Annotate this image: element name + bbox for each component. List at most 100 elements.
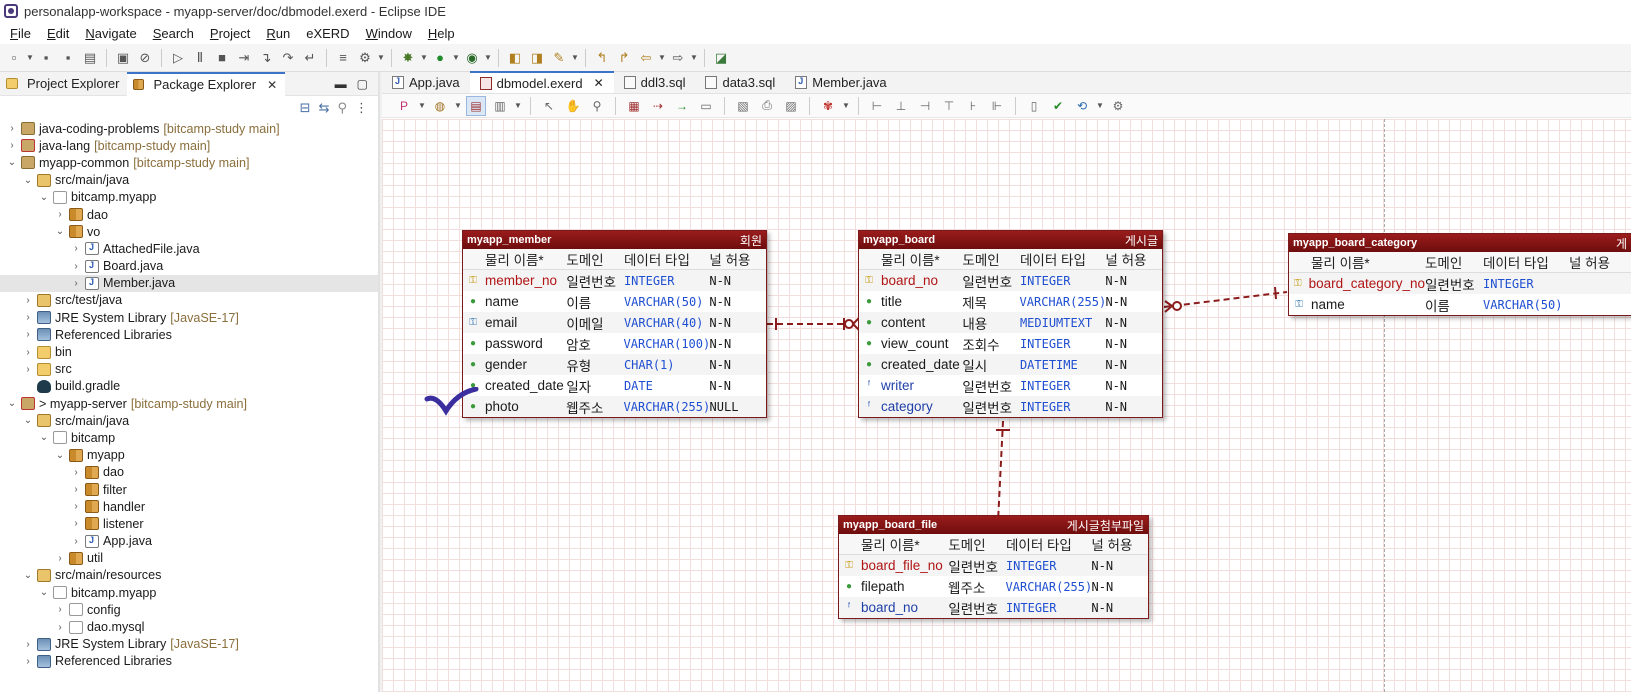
chevron-down-icon[interactable]: ▼ [454, 101, 462, 110]
menu-item[interactable]: Project [202, 26, 258, 41]
perspective-icon[interactable]: ◪ [711, 48, 731, 68]
entity-column-row[interactable]: ⚿ board_file_no 일련번호 INTEGER N-N [839, 555, 1148, 576]
chevron-right-icon[interactable]: › [6, 140, 18, 151]
terminate-icon[interactable]: ■ [212, 48, 232, 68]
tree-item[interactable]: › bin [0, 343, 378, 360]
tree-item[interactable]: ⌄ src/main/java [0, 172, 378, 189]
chevron-down-icon[interactable]: ⌄ [38, 192, 50, 203]
chevron-down-icon[interactable]: ▼ [26, 53, 34, 62]
next-annotation-icon[interactable]: ↱ [614, 48, 634, 68]
tree-item[interactable]: ⌄ myapp-common [bitcamp-study main] [0, 154, 378, 171]
chevron-down-icon[interactable]: ▼ [1096, 101, 1104, 110]
chevron-right-icon[interactable]: › [54, 604, 66, 615]
tree-item[interactable]: › util [0, 550, 378, 567]
erd-canvas[interactable]: myapp_member 회원 물리 이름* 도메인 데이터 타입 널 허용 ⚿ member… [382, 119, 1631, 692]
zoom-tool-icon[interactable]: ⚲ [587, 96, 607, 116]
menu-item[interactable]: Window [358, 26, 420, 41]
chevron-down-icon[interactable]: ⌄ [54, 226, 66, 237]
editor-tab[interactable]: ddl3.sql [614, 71, 696, 93]
chevron-right-icon[interactable]: › [70, 536, 82, 547]
resume-icon[interactable]: ▷ [168, 48, 188, 68]
entity-column-row[interactable]: ⚿ board_category_no 일련번호 INTEGER [1289, 273, 1631, 294]
entity-column-row[interactable]: ᶠ category 일련번호 INTEGER N-N [859, 396, 1162, 417]
menu-item[interactable]: Search [145, 26, 202, 41]
tree-item[interactable]: › dao.mysql [0, 618, 378, 635]
chevron-down-icon[interactable]: ⌄ [22, 175, 34, 186]
forward-icon[interactable]: ⇨ [668, 48, 688, 68]
chevron-right-icon[interactable]: › [54, 553, 66, 564]
editor-tab[interactable]: data3.sql [695, 71, 785, 93]
menu-item[interactable]: Edit [39, 26, 77, 41]
chevron-right-icon[interactable]: › [54, 209, 66, 220]
chevron-down-icon[interactable]: ▼ [571, 53, 579, 62]
tree-item[interactable]: ⌄ bitcamp.myapp [0, 584, 378, 601]
align-right-icon[interactable]: ⊣ [915, 96, 935, 116]
minimize-icon[interactable]: ▬ [335, 77, 347, 91]
document-icon[interactable]: ▯ [1024, 96, 1044, 116]
entity-myapp-board-category[interactable]: myapp_board_category 게 물리 이름* 도메인 데이터 타입 널 허용… [1288, 233, 1631, 316]
entity-column-row[interactable]: ● view_count 조회수 INTEGER N-N [859, 333, 1162, 354]
chevron-down-icon[interactable]: ▼ [690, 53, 698, 62]
maximize-icon[interactable]: ▢ [357, 77, 368, 91]
entity-column-row[interactable]: ● filepath 웹주소 VARCHAR(255) N-N [839, 576, 1148, 597]
chevron-down-icon[interactable]: ⌄ [38, 432, 50, 443]
chevron-right-icon[interactable]: › [22, 312, 34, 323]
chevron-right-icon[interactable]: › [22, 329, 34, 340]
chevron-right-icon[interactable]: › [70, 484, 82, 495]
tree-item[interactable]: ⌄ bitcamp.myapp [0, 189, 378, 206]
align-bottom-icon[interactable]: ⊩ [987, 96, 1007, 116]
save-icon[interactable]: ▪ [36, 48, 56, 68]
chevron-down-icon[interactable]: ▼ [418, 101, 426, 110]
chevron-right-icon[interactable]: › [70, 261, 82, 272]
entity-column-row[interactable]: ● photo 웹주소 VARCHAR(255) NULL [463, 396, 766, 417]
tree-item[interactable]: › listener [0, 515, 378, 532]
chevron-right-icon[interactable]: › [70, 278, 82, 289]
chevron-down-icon[interactable]: ▼ [484, 53, 492, 62]
suspend-icon[interactable]: Ⅱ [190, 48, 210, 68]
chevron-right-icon[interactable]: › [22, 639, 34, 650]
collapse-all-icon[interactable]: ⊟ [300, 100, 311, 116]
menu-item[interactable]: File [2, 26, 39, 41]
table-tool-icon[interactable]: ▦ [624, 96, 644, 116]
chevron-right-icon[interactable]: › [70, 501, 82, 512]
new-icon[interactable]: ▫ [4, 48, 24, 68]
entity-myapp-board[interactable]: myapp_board 게시글 물리 이름* 도메인 데이터 타입 널 허용 ⚿ board_… [858, 230, 1163, 418]
entity-column-row[interactable]: ● gender 유형 CHAR(1) N-N [463, 354, 766, 375]
tree-item[interactable]: › Member.java [0, 274, 378, 292]
entity-column-row[interactable]: ● created_date 일시 DATETIME N-N [859, 354, 1162, 375]
entity-column-row[interactable]: ● name 이름 VARCHAR(50) N-N [463, 291, 766, 312]
tree-item[interactable]: › JRE System Library [JavaSE-17] [0, 636, 378, 653]
back-icon[interactable]: ⇦ [636, 48, 656, 68]
prev-annotation-icon[interactable]: ↰ [592, 48, 612, 68]
view-mode-icon[interactable]: ▥ [490, 96, 510, 116]
terminal-icon[interactable]: ▣ [113, 48, 133, 68]
step-into-icon[interactable]: ↴ [256, 48, 276, 68]
tree-item[interactable]: › java-lang [bitcamp-study main] [0, 137, 378, 154]
skip-breakpoints-icon[interactable]: ⊘ [135, 48, 155, 68]
tree-item[interactable]: build.gradle [0, 378, 378, 395]
chevron-down-icon[interactable]: ⌄ [22, 570, 34, 581]
hand-tool-icon[interactable]: ✋ [563, 96, 583, 116]
chevron-right-icon[interactable]: › [22, 347, 34, 358]
tree-item[interactable]: ⌄ > myapp-server [bitcamp-study main] [0, 395, 378, 412]
relation-solid-icon[interactable]: → [672, 96, 692, 116]
color-icon[interactable]: ✾ [818, 96, 838, 116]
editor-tab[interactable]: dbmodel.exerd ✕ [469, 71, 614, 93]
print-diagram-icon[interactable]: ⎙ [757, 96, 777, 116]
step-over-icon[interactable]: ↷ [278, 48, 298, 68]
tree-item[interactable]: ⌄ vo [0, 223, 378, 240]
tree-item[interactable]: › dao [0, 206, 378, 223]
chevron-right-icon[interactable]: › [22, 656, 34, 667]
close-icon[interactable]: ✕ [267, 78, 277, 92]
tree-item[interactable]: › dao [0, 464, 378, 481]
entity-myapp-board-file[interactable]: myapp_board_file 게시글첨부파일 물리 이름* 도메인 데이터 타입 널 … [838, 515, 1149, 619]
disconnect-icon[interactable]: ⇥ [234, 48, 254, 68]
entity-column-row[interactable]: ● created_date 일자 DATE N-N [463, 375, 766, 396]
entity-column-row[interactable]: ⚿ member_no 일련번호 INTEGER N-N [463, 270, 766, 291]
menu-item[interactable]: Run [258, 26, 298, 41]
validate-icon[interactable]: ✔ [1048, 96, 1068, 116]
debug-icon[interactable]: ✸ [398, 48, 418, 68]
tree-item[interactable]: › JRE System Library [JavaSE-17] [0, 309, 378, 326]
chevron-down-icon[interactable]: ▼ [420, 53, 428, 62]
chevron-right-icon[interactable]: › [54, 622, 66, 633]
